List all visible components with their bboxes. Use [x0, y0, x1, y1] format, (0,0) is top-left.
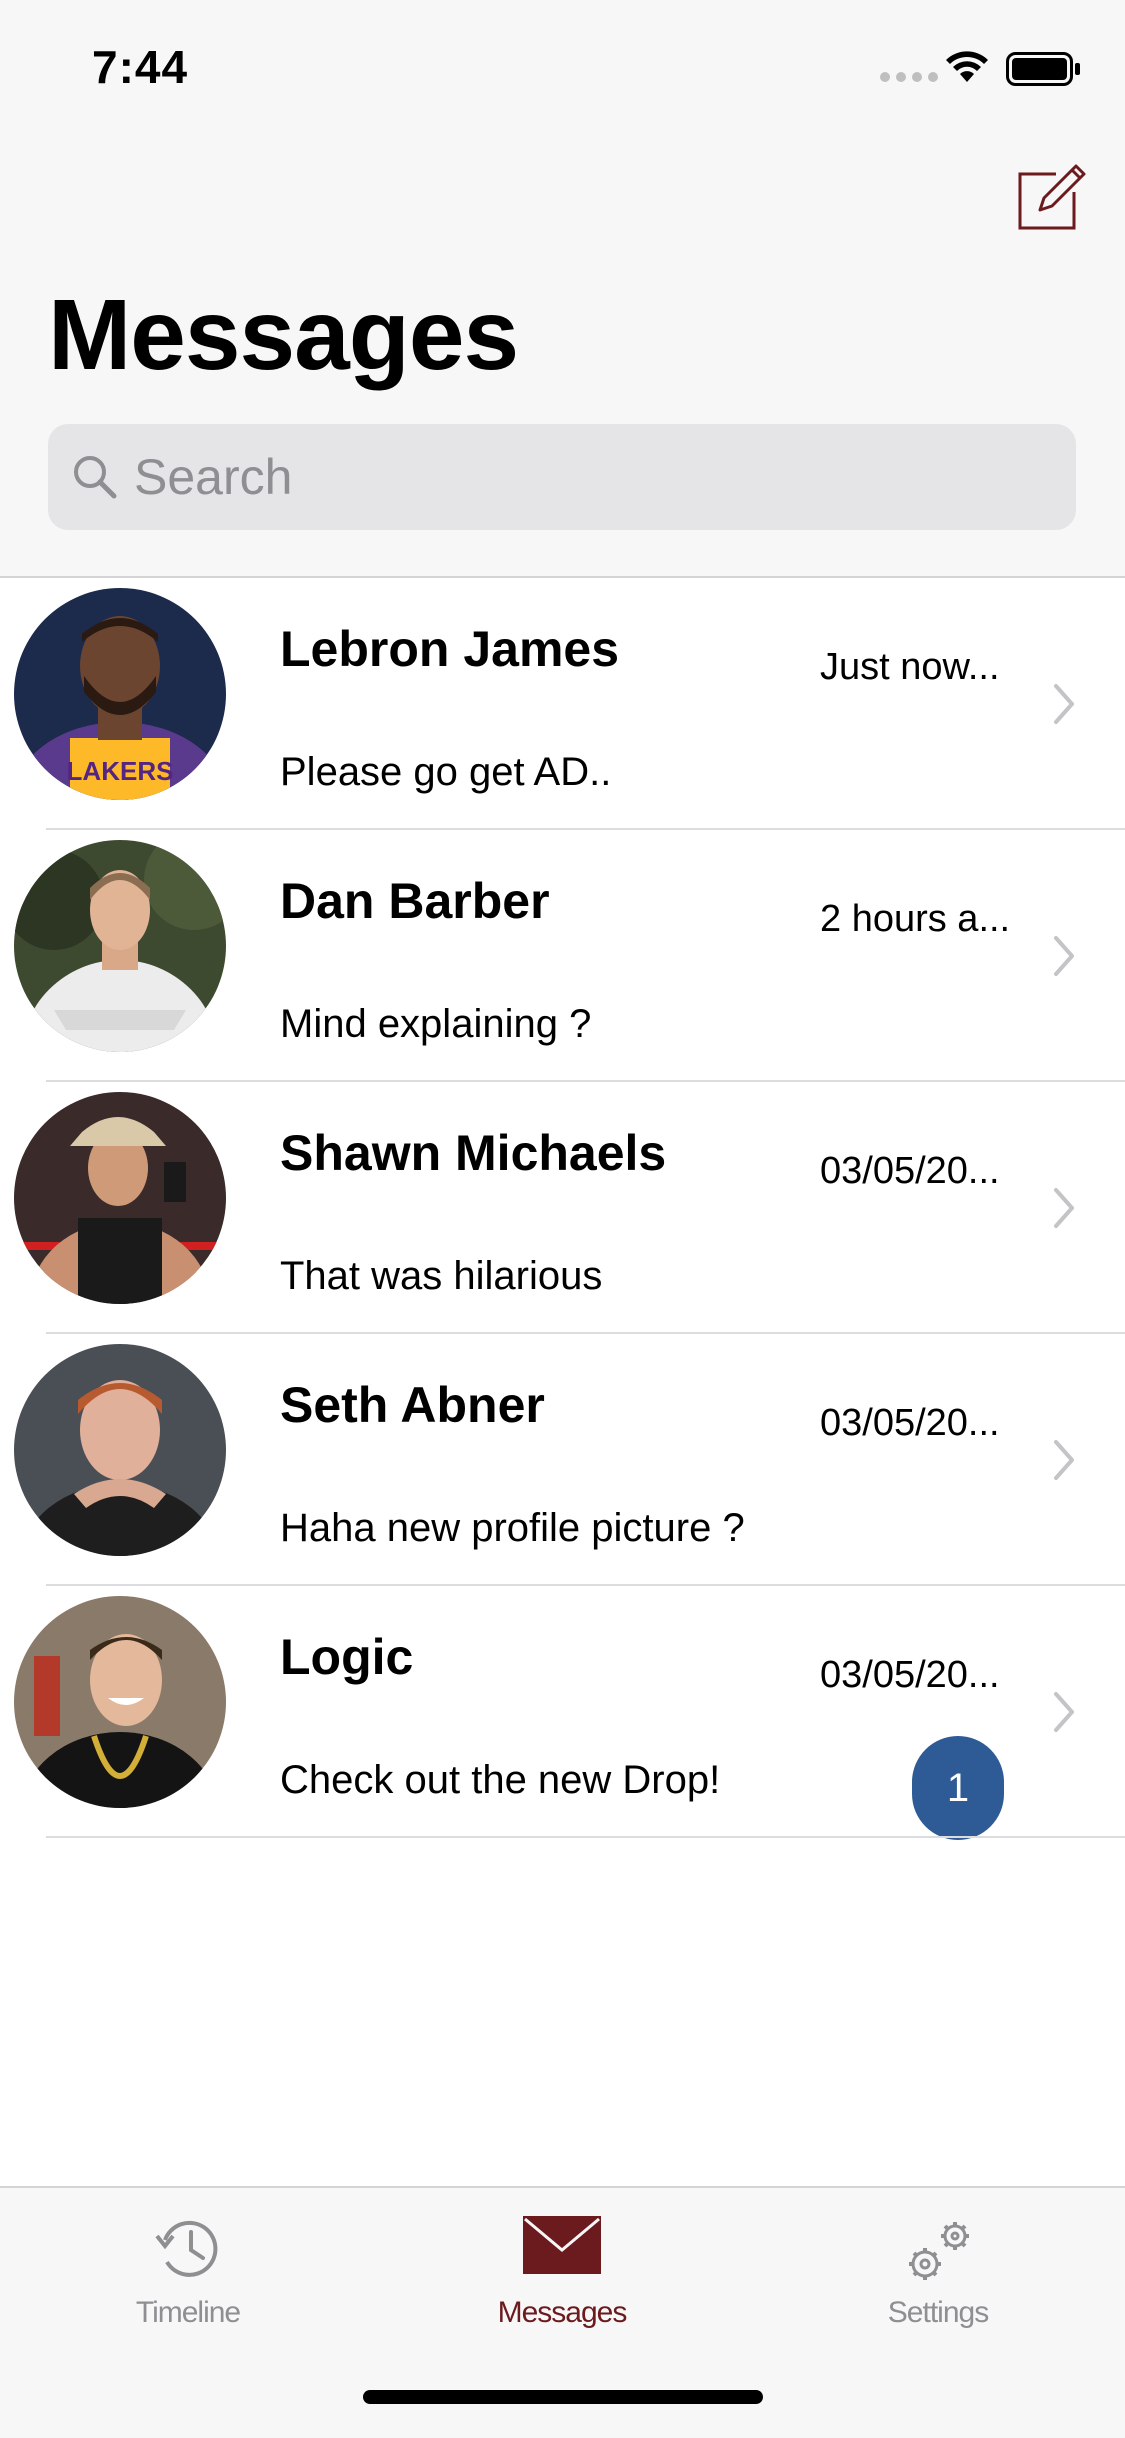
contact-name: Logic [280, 1629, 414, 1685]
avatar-dan-barber [14, 840, 226, 1052]
message-time: 2 hours a... [820, 898, 1011, 940]
conversation-row[interactable]: Seth Abner 03/05/20... Haha new profile … [0, 1334, 1125, 1586]
message-time: 03/05/20... [820, 1654, 1000, 1696]
compose-icon[interactable] [1016, 160, 1088, 232]
message-time: Just now... [820, 646, 1000, 688]
search-bar[interactable] [48, 424, 1076, 530]
tab-messages[interactable]: Messages [462, 2188, 662, 2338]
message-time: 03/05/20... [820, 1402, 1000, 1444]
wifi-icon [946, 51, 988, 82]
message-preview: That was hilarious [280, 1254, 603, 1298]
conversation-row[interactable]: LAKERS Lebron James Just now... Please g… [0, 578, 1125, 830]
tab-settings[interactable]: Settings [838, 2188, 1038, 2338]
avatar-shawn-michaels [14, 1092, 226, 1304]
status-time: 7:44 [92, 41, 189, 93]
message-preview: Please go get AD.. [280, 750, 612, 794]
search-icon [74, 456, 117, 499]
contact-name: Lebron James [280, 621, 620, 677]
home-indicator [363, 2390, 763, 2404]
chevron-right-icon [1054, 1440, 1074, 1480]
clock-history-icon [155, 2220, 218, 2277]
conversation-list: LAKERS Lebron James Just now... Please g… [0, 578, 1125, 1840]
gears-icon [909, 2222, 969, 2280]
avatar-seth-abner [14, 1344, 226, 1556]
svg-text:LAKERS: LAKERS [67, 756, 174, 786]
message-preview: Mind explaining ? [280, 1002, 592, 1046]
contact-name: Dan Barber [280, 873, 550, 929]
envelope-icon [523, 2216, 601, 2274]
chevron-right-icon [1054, 1692, 1074, 1732]
conversation-row[interactable]: Logic 03/05/20... Check out the new Drop… [0, 1586, 1125, 1840]
signal-icon [880, 72, 938, 82]
page-title: Messages [48, 279, 519, 391]
search-input[interactable] [134, 444, 1034, 510]
conversation-row[interactable]: Shawn Michaels 03/05/20... That was hila… [0, 1082, 1125, 1334]
avatar-logic [14, 1596, 226, 1808]
unread-badge: 1 [912, 1736, 1004, 1840]
chevron-right-icon [1054, 936, 1074, 976]
tab-label: Messages [497, 2296, 628, 2329]
tab-label: Timeline [135, 2296, 241, 2329]
message-preview: Check out the new Drop! [280, 1758, 721, 1802]
conversation-row[interactable]: Dan Barber 2 hours a... Mind explaining … [0, 830, 1125, 1082]
contact-name: Shawn Michaels [280, 1125, 667, 1181]
chevron-right-icon [1054, 1188, 1074, 1228]
navigation-header: 7:44 Messages [0, 0, 1125, 578]
tab-label: Settings [887, 2296, 989, 2329]
avatar-lebron-james: LAKERS [14, 588, 226, 800]
chevron-right-icon [1054, 684, 1074, 724]
contact-name: Seth Abner [280, 1377, 545, 1433]
message-preview: Haha new profile picture ? [280, 1506, 745, 1550]
tab-timeline[interactable]: Timeline [88, 2188, 288, 2338]
battery-icon [1006, 52, 1080, 86]
message-time: 03/05/20... [820, 1150, 1000, 1192]
